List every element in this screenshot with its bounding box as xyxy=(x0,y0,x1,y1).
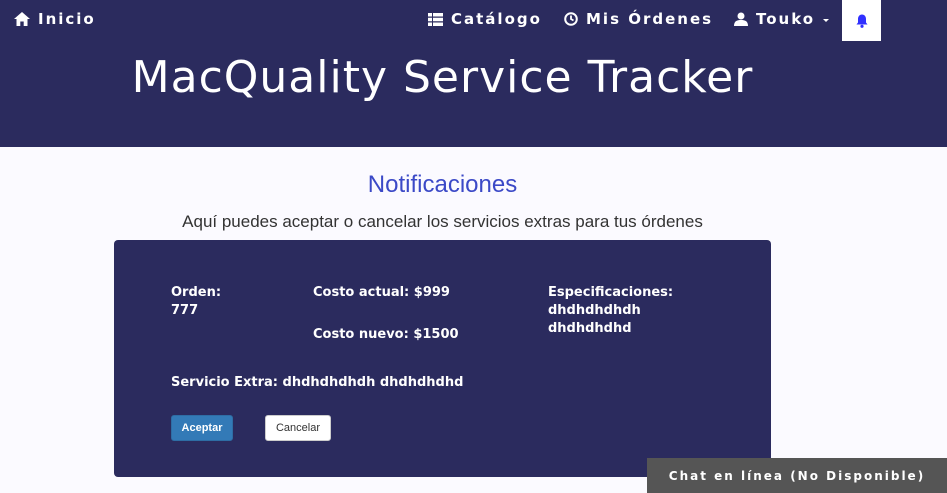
nav-home-label: Inicio xyxy=(38,10,96,28)
order-value: 777 xyxy=(171,303,199,318)
accept-button[interactable]: Aceptar xyxy=(171,415,233,441)
chat-widget-button[interactable]: Chat en línea (No Disponible) xyxy=(647,458,947,493)
nav-catalog-link[interactable]: Catálogo xyxy=(428,10,542,28)
order-label: Orden: xyxy=(171,285,222,300)
specs-line-1: dhdhdhdhdh xyxy=(548,303,641,318)
page-heading: Notificaciones xyxy=(367,171,518,198)
page-description: Aquí puedes aceptar o cancelar los servi… xyxy=(182,212,703,231)
caret-down-icon xyxy=(823,18,830,22)
nav-orders-label: Mis Órdenes xyxy=(586,10,714,28)
nav-home-link[interactable]: Inicio xyxy=(14,10,96,28)
home-icon xyxy=(14,12,30,26)
specs-line-2: dhdhdhdhd xyxy=(548,321,632,336)
user-icon xyxy=(734,12,748,26)
nav-user-dropdown[interactable]: Touko xyxy=(734,10,830,28)
extra-service: Servicio Extra: dhdhdhdhdh dhdhdhdhd xyxy=(171,375,464,390)
current-cost: Costo actual: $999 xyxy=(313,285,450,300)
header: Inicio Catálogo Mis Órdenes Touko MacQua… xyxy=(0,0,947,147)
site-title: MacQuality Service Tracker xyxy=(131,52,754,103)
grid-list-icon xyxy=(428,12,443,26)
bell-icon xyxy=(856,14,867,28)
notification-card: Orden: 777 Costo actual: $999 Costo nuev… xyxy=(114,240,771,477)
notifications-button[interactable] xyxy=(842,0,881,41)
specs-label: Especificaciones: xyxy=(548,285,674,300)
cancel-button[interactable]: Cancelar xyxy=(265,415,331,441)
nav-user-label: Touko xyxy=(756,10,816,28)
new-cost: Costo nuevo: $1500 xyxy=(313,327,459,342)
clock-icon xyxy=(564,12,578,26)
nav-catalog-label: Catálogo xyxy=(451,10,542,28)
nav-orders-link[interactable]: Mis Órdenes xyxy=(564,10,713,28)
